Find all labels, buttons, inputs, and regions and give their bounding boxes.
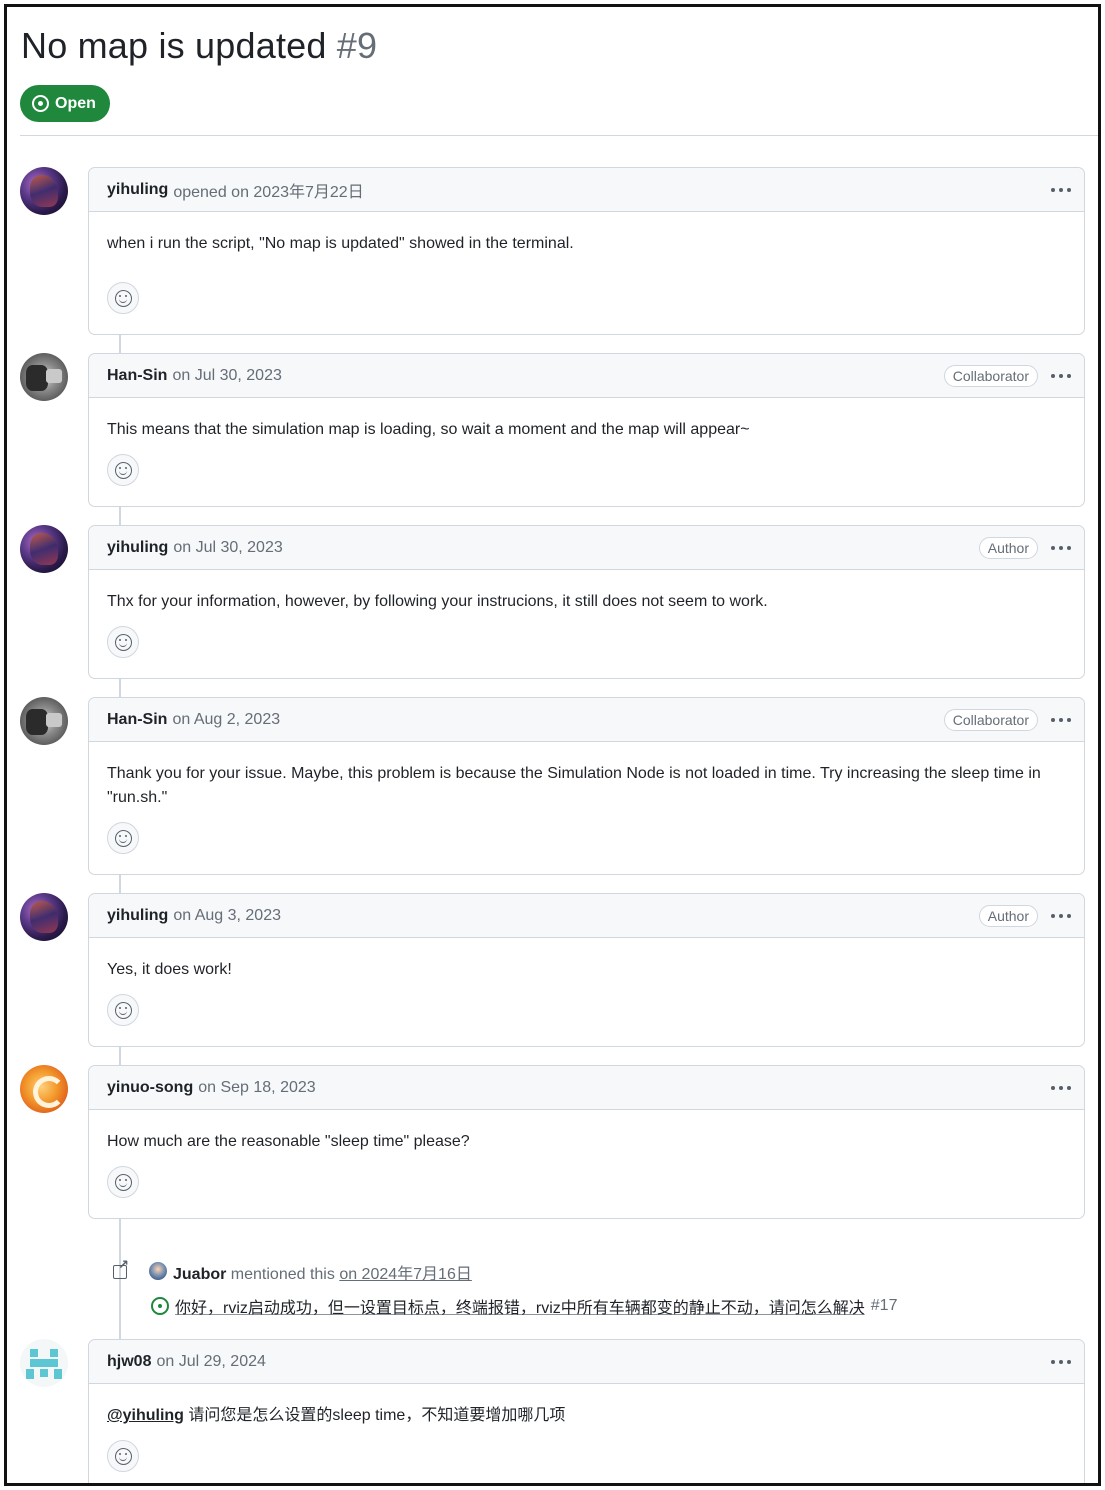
comment-author[interactable]: Han-Sin [107, 711, 167, 729]
comment-body: @yihuling 请问您是怎么设置的sleep time，不知道要增加哪几项 [89, 1384, 1084, 1428]
smiley-icon [114, 829, 132, 847]
comment-header: yihuling on Jul 30, 2023 Author [89, 526, 1084, 570]
comment-card: Han-Sin on Jul 30, 2023 Collaborator Thi… [88, 353, 1085, 507]
comment-card: yinuo-song on Sep 18, 2023 How much are … [88, 1065, 1085, 1219]
comment-card: Han-Sin on Aug 2, 2023 Collaborator Than… [88, 697, 1085, 875]
issue-open-icon [32, 95, 49, 112]
cross-reference-text: Juabor mentioned this on 2024年7月16日 [173, 1260, 472, 1284]
referenced-issue-link[interactable]: 你好，rviz启动成功，但一设置目标点，终端报错，rviz中所有车辆都变的静止不… [151, 1294, 897, 1318]
add-reaction-button[interactable] [107, 994, 139, 1026]
comment-author[interactable]: yinuo-song [107, 1079, 193, 1097]
comment-author[interactable]: yihuling [107, 181, 168, 199]
comment-timestamp[interactable]: on Sep 18, 2023 [198, 1079, 315, 1097]
avatar-yihuling[interactable] [20, 893, 68, 941]
comment-card: yihuling on Aug 3, 2023 Author Yes, it d… [88, 893, 1085, 1047]
comment-header: hjw08 on Jul 29, 2024 [89, 1340, 1084, 1384]
issue-number: #9 [336, 25, 378, 66]
comment-author[interactable]: Han-Sin [107, 367, 167, 385]
comment-timestamp[interactable]: on Aug 3, 2023 [173, 907, 281, 925]
comment-header: yinuo-song on Sep 18, 2023 [89, 1066, 1084, 1110]
comment-header: yihuling on Aug 3, 2023 Author [89, 894, 1084, 938]
smiley-icon [114, 461, 132, 479]
comment-header: Han-Sin on Aug 2, 2023 Collaborator [89, 698, 1084, 742]
role-badge: Author [978, 904, 1038, 927]
kebab-menu-icon[interactable] [1048, 710, 1074, 730]
issue-open-icon [151, 1297, 169, 1315]
comment-author[interactable]: yihuling [107, 539, 168, 557]
comment-card: yihuling on Jul 30, 2023 Author Thx for … [88, 525, 1085, 679]
cross-reference-date[interactable]: on 2024年7月16日 [339, 1266, 472, 1283]
smiley-icon [114, 633, 132, 651]
avatar-hansin[interactable] [20, 697, 68, 745]
comment-body: How much are the reasonable "sleep time"… [107, 1133, 470, 1150]
smiley-icon [114, 1447, 132, 1465]
kebab-menu-icon[interactable] [1048, 180, 1074, 200]
comment-card: yihuling opened on 2023年7月22日 when i run… [88, 167, 1085, 335]
cross-reference-user[interactable]: Juabor [173, 1266, 226, 1283]
avatar-hjw08[interactable] [20, 1339, 68, 1387]
comment-text: 请问您是怎么设置的sleep time，不知道要增加哪几项 [188, 1407, 566, 1424]
issue-page: No map is updated #9 Open yihuling opene… [4, 4, 1101, 1486]
referenced-issue-title[interactable]: 你好，rviz启动成功，但一设置目标点，终端报错，rviz中所有车辆都变的静止不… [175, 1294, 865, 1318]
user-mention-link[interactable]: @yihuling [107, 1407, 184, 1424]
kebab-menu-icon[interactable] [1048, 1352, 1074, 1372]
role-badge: Author [978, 536, 1038, 559]
header-divider [20, 135, 1098, 136]
comment-header: Han-Sin on Jul 30, 2023 Collaborator [89, 354, 1084, 398]
comment-body: This means that the simulation map is lo… [107, 421, 750, 438]
role-badge: Collaborator [943, 708, 1038, 731]
issue-state-badge: Open [20, 85, 110, 122]
comment-header: yihuling opened on 2023年7月22日 [89, 168, 1084, 212]
comment-card: hjw08 on Jul 29, 2024 @yihuling 请问您是怎么设置… [88, 1339, 1085, 1483]
kebab-menu-icon[interactable] [1048, 538, 1074, 558]
role-badge: Collaborator [943, 364, 1038, 387]
comment-body: Thx for your information, however, by fo… [107, 593, 768, 610]
comment-timestamp[interactable]: on Jul 30, 2023 [173, 539, 282, 557]
avatar-yihuling[interactable] [20, 525, 68, 573]
comment-timestamp[interactable]: on Aug 2, 2023 [172, 711, 280, 729]
comment-timestamp[interactable]: on Jul 29, 2024 [156, 1353, 265, 1371]
comment-author[interactable]: yihuling [107, 907, 168, 925]
comment-body: Yes, it does work! [107, 961, 232, 978]
cross-reference-icon [111, 1257, 131, 1280]
add-reaction-button[interactable] [107, 1440, 139, 1472]
smiley-icon [114, 1173, 132, 1191]
smiley-icon [114, 1001, 132, 1019]
comment-body: when i run the script, "No map is update… [107, 235, 574, 252]
cross-reference-event: Juabor mentioned this on 2024年7月16日 你好，r… [107, 1250, 1087, 1324]
comment-body: Thank you for your issue. Maybe, this pr… [107, 765, 1041, 806]
cross-reference-action: mentioned this [230, 1266, 335, 1283]
kebab-menu-icon[interactable] [1048, 366, 1074, 386]
comment-timestamp[interactable]: opened on 2023年7月22日 [173, 178, 363, 202]
smiley-icon [114, 289, 132, 307]
comment-timestamp[interactable]: on Jul 30, 2023 [172, 367, 281, 385]
add-reaction-button[interactable] [107, 1166, 139, 1198]
issue-title-text: No map is updated [21, 25, 327, 66]
kebab-menu-icon[interactable] [1048, 906, 1074, 926]
add-reaction-button[interactable] [107, 282, 139, 314]
issue-title: No map is updated #9 [21, 25, 377, 67]
comment-author[interactable]: hjw08 [107, 1353, 151, 1371]
add-reaction-button[interactable] [107, 626, 139, 658]
kebab-menu-icon[interactable] [1048, 1078, 1074, 1098]
avatar-yihuling[interactable] [20, 167, 68, 215]
avatar-yinuo-song[interactable] [20, 1065, 68, 1113]
avatar-juabor[interactable] [149, 1262, 167, 1280]
add-reaction-button[interactable] [107, 454, 139, 486]
add-reaction-button[interactable] [107, 822, 139, 854]
referenced-issue-number[interactable]: #17 [871, 1297, 898, 1315]
issue-state-label: Open [55, 94, 96, 112]
avatar-hansin[interactable] [20, 353, 68, 401]
